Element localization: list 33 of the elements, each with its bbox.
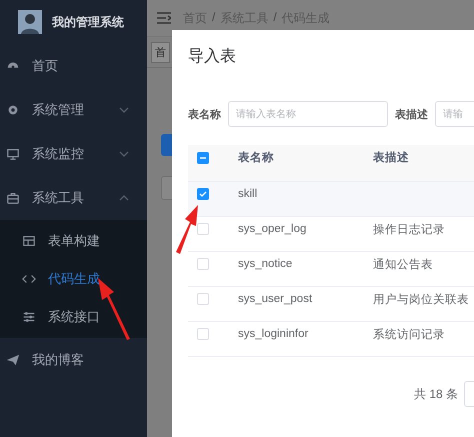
- menu-item[interactable]: 我的博客: [0, 338, 147, 382]
- input-field[interactable]: 请输: [435, 101, 474, 127]
- menu-item[interactable]: 首页: [0, 44, 147, 88]
- table-cell-text: sys_oper_log: [238, 223, 308, 236]
- field-label: 表描述: [395, 108, 428, 122]
- table-cell-text: 操作日志记录: [373, 222, 446, 237]
- breadcrumb-separator: /: [273, 10, 277, 26]
- total-count: 共 18 条: [414, 386, 458, 402]
- table-cell-text: 用户与岗位关联表: [373, 292, 470, 307]
- field-label: 表名称: [188, 108, 221, 122]
- table-row[interactable]: sys_logininfor 系统访问记录: [188, 322, 474, 357]
- dialog-title: 导入表: [188, 46, 237, 67]
- breadcrumb-separator: /: [212, 10, 216, 26]
- menu-item[interactable]: 系统工具: [0, 176, 147, 220]
- table-row[interactable]: sys_user_post 用户与岗位关联表: [188, 287, 474, 322]
- table-cell-text: sys_user_post: [238, 293, 314, 306]
- app-title: 我的管理系统: [52, 14, 124, 30]
- table-cell-text: skill: [238, 188, 258, 200]
- column-header: 表名称: [238, 150, 275, 166]
- table-cell-text: sys_logininfor: [238, 328, 310, 340]
- menu-item[interactable]: 系统监控: [0, 132, 147, 176]
- table-row[interactable]: skill: [188, 182, 474, 217]
- column-header: 表描述: [373, 150, 410, 166]
- submenu-item[interactable]: 表单构建: [0, 222, 147, 260]
- table-cell-text: 系统访问记录: [373, 327, 446, 342]
- table-row[interactable]: sys_notice 通知公告表: [188, 252, 474, 287]
- submenu-item[interactable]: 系统接口: [0, 298, 147, 336]
- page-tab[interactable]: 首: [151, 42, 170, 62]
- table-cell-text: 通知公告表: [373, 258, 434, 272]
- menu-item[interactable]: 系统管理: [0, 88, 147, 132]
- submenu-item[interactable]: 代码生成: [0, 260, 147, 298]
- input-field[interactable]: 请输入表名称: [228, 101, 388, 127]
- table-cell-text: sys_notice: [238, 258, 294, 270]
